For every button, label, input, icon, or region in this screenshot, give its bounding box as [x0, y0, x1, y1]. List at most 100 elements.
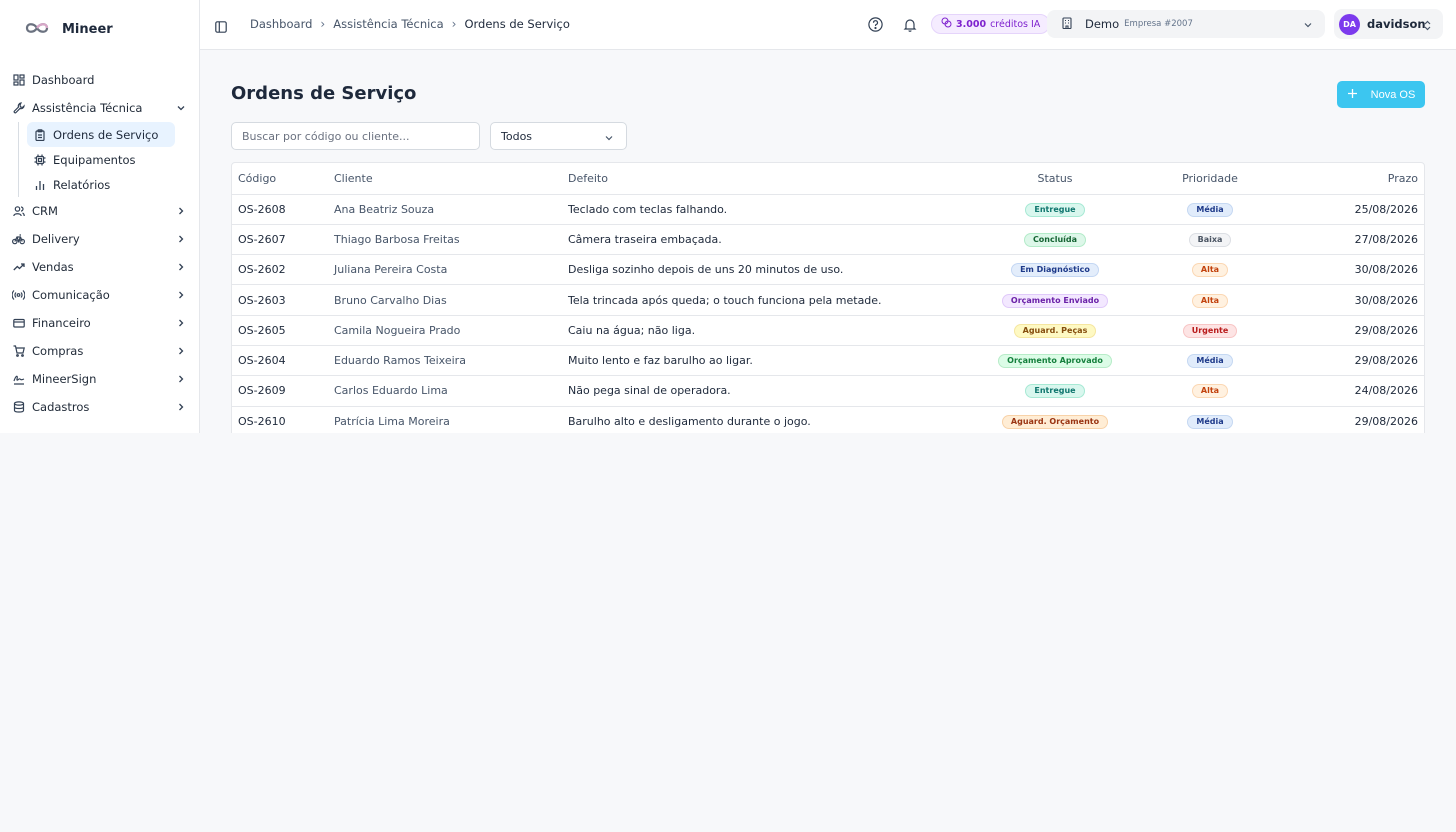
sidebar-item-compras[interactable]: Compras — [0, 337, 199, 365]
client-name[interactable]: Juliana Pereira Costa — [328, 254, 562, 286]
client-name[interactable]: Ana Beatriz Souza — [328, 194, 562, 225]
client-name[interactable]: Carlos Eduardo Lima — [328, 375, 562, 407]
chevrons-up-down-icon — [1423, 17, 1432, 36]
defect-text: Tela trincada após queda; o touch funcio… — [562, 284, 959, 316]
column-header-cliente[interactable]: Cliente — [328, 163, 562, 195]
client-name[interactable]: Eduardo Ramos Teixeira — [328, 345, 562, 377]
status-badge: Aguard. Orçamento — [1001, 414, 1109, 429]
order-code: OS-2605 — [232, 315, 328, 346]
plus-icon — [1347, 88, 1358, 102]
column-header-status[interactable]: Status — [959, 163, 1151, 195]
credit-card-icon — [12, 317, 25, 330]
sidebar-item-relatorios[interactable]: Relatórios — [27, 172, 199, 197]
defect-text: Barulho alto e desligamento durante o jo… — [562, 406, 959, 433]
table-row[interactable]: OS-2609 Carlos Eduardo Lima Não pega sinal… — [232, 375, 1424, 407]
sidebar-item-crm[interactable]: CRM — [0, 197, 199, 225]
sidebar-item-label: Cadastros — [32, 400, 90, 414]
status-badge: Em Diagnóstico — [1011, 263, 1099, 278]
order-code: OS-2609 — [232, 375, 328, 407]
sidebar-toggle-icon[interactable] — [215, 18, 227, 37]
bell-icon[interactable] — [903, 17, 917, 36]
table-row[interactable]: OS-2610 Patrícia Lima Moreira Barulho alto… — [232, 406, 1424, 433]
user-menu[interactable]: DA davidson — [1334, 9, 1443, 39]
order-code: OS-2607 — [232, 224, 328, 256]
table-row[interactable]: OS-2604 Eduardo Ramos Teixeira Muito lento… — [232, 345, 1424, 377]
avatar: DA — [1339, 13, 1360, 35]
company-selector[interactable]: Demo Empresa #2007 — [1047, 10, 1325, 38]
chevron-right-icon — [176, 261, 186, 275]
due-date: 29/08/2026 — [1269, 345, 1424, 377]
sidebar: Mineer Dashboard Assistência Técnica Ord… — [0, 0, 200, 433]
new-os-button[interactable]: Nova OS — [1337, 81, 1425, 108]
due-date: 29/08/2026 — [1269, 315, 1424, 346]
database-icon — [12, 401, 25, 414]
column-header-defeito[interactable]: Defeito — [562, 163, 959, 195]
breadcrumb: Dashboard › Assistência Técnica › Ordens… — [250, 17, 570, 31]
infinity-logo-icon — [24, 20, 50, 39]
sidebar-item-label: Compras — [32, 344, 84, 358]
client-name[interactable]: Bruno Carvalho Dias — [328, 284, 562, 316]
sidebar-item-label: MineerSign — [32, 372, 97, 386]
sidebar-item-delivery[interactable]: Delivery — [0, 225, 199, 253]
column-header-codigo[interactable]: Código — [232, 163, 328, 195]
sidebar-item-assistencia-tecnica[interactable]: Assistência Técnica — [0, 94, 199, 122]
priority-badge: Média — [1187, 202, 1233, 217]
order-code: OS-2603 — [232, 284, 328, 316]
column-header-prazo[interactable]: Prazo — [1269, 163, 1424, 195]
status-badge: Concluída — [1023, 232, 1087, 247]
credits-value: 3.000 — [956, 18, 987, 30]
status-badge: Aguard. Peças — [1013, 323, 1097, 338]
client-name[interactable]: Camila Nogueira Prado — [328, 315, 562, 346]
due-date: 30/08/2026 — [1269, 254, 1424, 286]
table-row[interactable]: OS-2605 Camila Nogueira Prado Caiu na água… — [232, 315, 1424, 346]
sidebar-item-label: Delivery — [32, 232, 80, 246]
column-header-prioridade[interactable]: Prioridade — [1151, 163, 1269, 195]
table-row[interactable]: OS-2602 Juliana Pereira Costa Desliga sozi… — [232, 254, 1424, 286]
signature-icon — [12, 373, 25, 386]
priority-badge: Urgente — [1182, 323, 1238, 338]
breadcrumb-assistencia-tecnica[interactable]: Assistência Técnica — [333, 17, 443, 31]
credits-label: créditos IA — [990, 18, 1041, 30]
bike-icon — [12, 233, 25, 246]
priority-badge: Baixa — [1188, 232, 1232, 247]
status-badge: Entregue — [1025, 384, 1085, 399]
sidebar-item-comunicacao[interactable]: Comunicação — [0, 281, 199, 309]
sidebar-item-cadastros[interactable]: Cadastros — [0, 393, 199, 421]
sidebar-item-label: Vendas — [32, 260, 74, 274]
orders-table: Código Cliente Defeito Status Prioridade… — [231, 162, 1425, 433]
priority-badge: Média — [1187, 354, 1233, 369]
brand-name: Mineer — [62, 22, 113, 37]
users-icon — [12, 205, 25, 218]
table-row[interactable]: OS-2608 Ana Beatriz Souza Teclado com tecl… — [232, 194, 1424, 225]
table-row[interactable]: OS-2607 Thiago Barbosa Freitas Câmera tras… — [232, 224, 1424, 256]
defect-text: Não pega sinal de operadora. — [562, 375, 959, 407]
chevron-down-icon — [604, 133, 614, 146]
sidebar-item-ordens-de-servico[interactable]: Ordens de Serviço — [27, 122, 175, 147]
sidebar-item-dashboard[interactable]: Dashboard — [0, 66, 199, 94]
table-row[interactable]: OS-2603 Bruno Carvalho Dias Tela trincada … — [232, 284, 1424, 316]
due-date: 25/08/2026 — [1269, 194, 1424, 225]
sidebar-item-financeiro[interactable]: Financeiro — [0, 309, 199, 337]
client-name[interactable]: Thiago Barbosa Freitas — [328, 224, 562, 256]
order-code: OS-2602 — [232, 254, 328, 286]
chevron-right-icon — [176, 205, 186, 219]
sidebar-item-label: Relatórios — [53, 177, 111, 192]
breadcrumb-current: Ordens de Serviço — [464, 17, 570, 31]
defect-text: Caiu na água; não liga. — [562, 315, 959, 346]
help-circle-icon[interactable] — [868, 17, 883, 36]
sidebar-item-label: Financeiro — [32, 316, 91, 330]
breadcrumb-dashboard[interactable]: Dashboard — [250, 17, 312, 31]
table-header: Código Cliente Defeito Status Prioridade… — [232, 163, 1424, 195]
submenu-assistencia-tecnica: Ordens de Serviço Equipamentos Relatório… — [18, 122, 199, 197]
ai-credits-badge[interactable]: 3.000 créditos IA — [931, 14, 1051, 34]
sidebar-item-mineersign[interactable]: MineerSign — [0, 365, 199, 393]
due-date: 27/08/2026 — [1269, 224, 1424, 256]
search-input[interactable] — [231, 122, 480, 150]
sidebar-item-equipamentos[interactable]: Equipamentos — [27, 147, 199, 172]
radio-icon — [12, 289, 25, 302]
chevron-right-icon: › — [451, 17, 457, 31]
status-filter-select[interactable]: Todos — [490, 122, 627, 150]
sidebar-item-vendas[interactable]: Vendas — [0, 253, 199, 281]
brand[interactable]: Mineer — [24, 20, 113, 39]
client-name[interactable]: Patrícia Lima Moreira — [328, 406, 562, 433]
